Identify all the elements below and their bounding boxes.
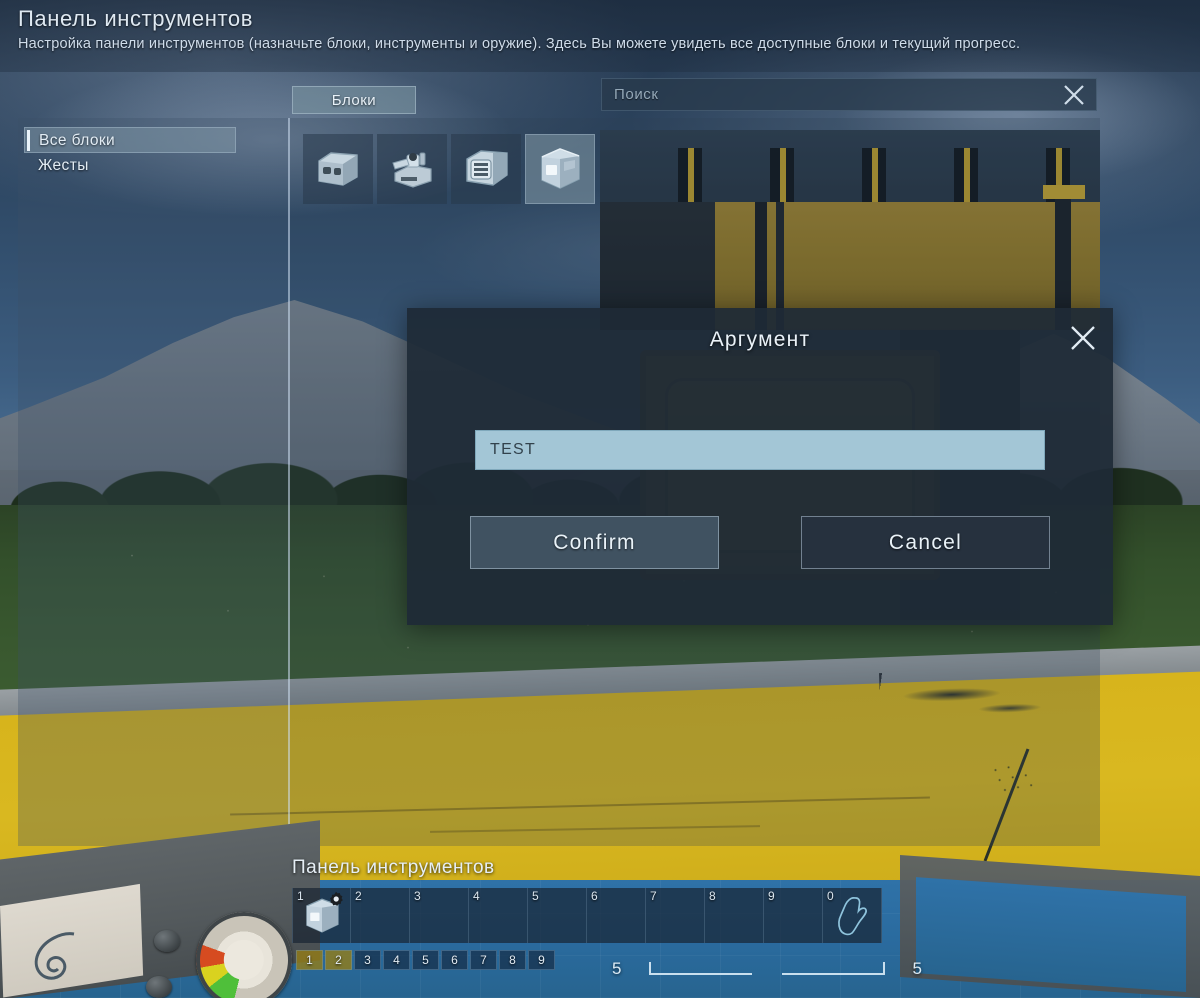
block-grid [303,134,595,204]
sidebar-item-label: Все блоки [39,132,116,149]
dialog-actions: Confirm Cancel [407,516,1113,569]
sidebar-item-all-blocks[interactable]: Все блоки [24,127,236,153]
hotbar-slot-key: 8 [709,889,716,903]
confirm-button[interactable]: Confirm [470,516,719,569]
block-item-container[interactable] [525,134,595,204]
page-title: Панель инструментов [18,6,254,31]
close-icon [1064,84,1084,105]
hotbar-title: Панель инструментов [292,857,495,878]
hotbar-slot-7[interactable]: 7 [646,888,705,943]
page-subtitle: Настройка панели инструментов (назначьте… [18,36,1021,52]
sidebar-item-gestures[interactable]: Жесты [24,153,236,179]
argument-dialog: Аргумент TEST Confirm Cancel [407,308,1113,625]
block-item-connector[interactable] [303,134,373,204]
argument-input[interactable]: TEST [475,430,1045,470]
hotbar-slot-key: 4 [473,889,480,903]
hotbar-slot-6[interactable]: 6 [587,888,646,943]
sidebar: Все блоки Жесты [24,127,236,179]
vent-icon [466,150,508,186]
dashboard-right-screen [916,877,1186,992]
page-tab-6[interactable]: 6 [441,950,468,970]
hotbar-slot-key: 9 [768,889,775,903]
hotbar-slot-content [823,888,881,943]
hotbar: 1 2 3 4 5 6 7 8 9 0 [292,888,882,943]
hotbar-slot-key: 7 [650,889,657,903]
dashboard-knob[interactable] [146,976,172,998]
hotbar-slot-9[interactable]: 9 [764,888,823,943]
page-tab-4[interactable]: 4 [383,950,410,970]
speed-bracket-left-icon [648,962,752,975]
hud-speed-left: 5 [612,959,622,978]
hotbar-slot-5[interactable]: 5 [528,888,587,943]
hotbar-slot-key: 2 [355,889,362,903]
argument-input-value: TEST [490,441,537,458]
block-item-vent[interactable] [451,134,521,204]
turret-icon [392,152,432,188]
tab-blocks[interactable]: Блоки [292,86,416,114]
dashboard-knob[interactable] [154,930,180,952]
hand-icon [838,896,867,935]
hotbar-slot-4[interactable]: 4 [469,888,528,943]
hotbar-page-tabs: 1 2 3 4 5 6 7 8 9 [296,950,555,970]
page-tab-2[interactable]: 2 [325,950,352,970]
page-tab-1[interactable]: 1 [296,950,323,970]
cancel-button[interactable]: Cancel [801,516,1050,569]
gear-icon [330,891,343,906]
spiral-decal-icon [34,932,75,980]
page-tab-7[interactable]: 7 [470,950,497,970]
hud-speed-right: 5 [912,959,922,978]
hud-speed-indicator: 5 5 [612,952,922,986]
container-icon [541,148,580,189]
block-icon [318,152,358,186]
hotbar-slot-0[interactable]: 0 [823,888,882,943]
search-bar[interactable]: Поиск [601,78,1097,111]
game-screen: Панель инструментов Настройка панели инс… [0,0,1200,998]
hotbar-slot-1[interactable]: 1 [292,888,351,943]
dialog-title: Аргумент [709,328,811,351]
hotbar-slot-8[interactable]: 8 [705,888,764,943]
sidebar-item-label: Жесты [38,157,89,174]
dialog-close-button[interactable] [1063,318,1103,358]
page-tab-3[interactable]: 3 [354,950,381,970]
page-tab-5[interactable]: 5 [412,950,439,970]
hotbar-slot-2[interactable]: 2 [351,888,410,943]
gauge-hub [221,937,267,983]
block-item-turret[interactable] [377,134,447,204]
hotbar-slot-key: 5 [532,889,539,903]
search-clear-button[interactable] [1052,78,1096,111]
hotbar-slot-key: 6 [591,889,598,903]
close-icon [1071,326,1095,350]
page-tab-8[interactable]: 8 [499,950,526,970]
tab-bar: Блоки [292,86,416,114]
speed-bracket-right-icon [782,962,886,975]
hotbar-slot-key: 3 [414,889,421,903]
search-input[interactable]: Поиск [602,86,1052,103]
page-tab-9[interactable]: 9 [528,950,555,970]
hotbar-slot-3[interactable]: 3 [410,888,469,943]
categories-panel [18,118,290,846]
header: Панель инструментов Настройка панели инс… [0,0,1200,72]
